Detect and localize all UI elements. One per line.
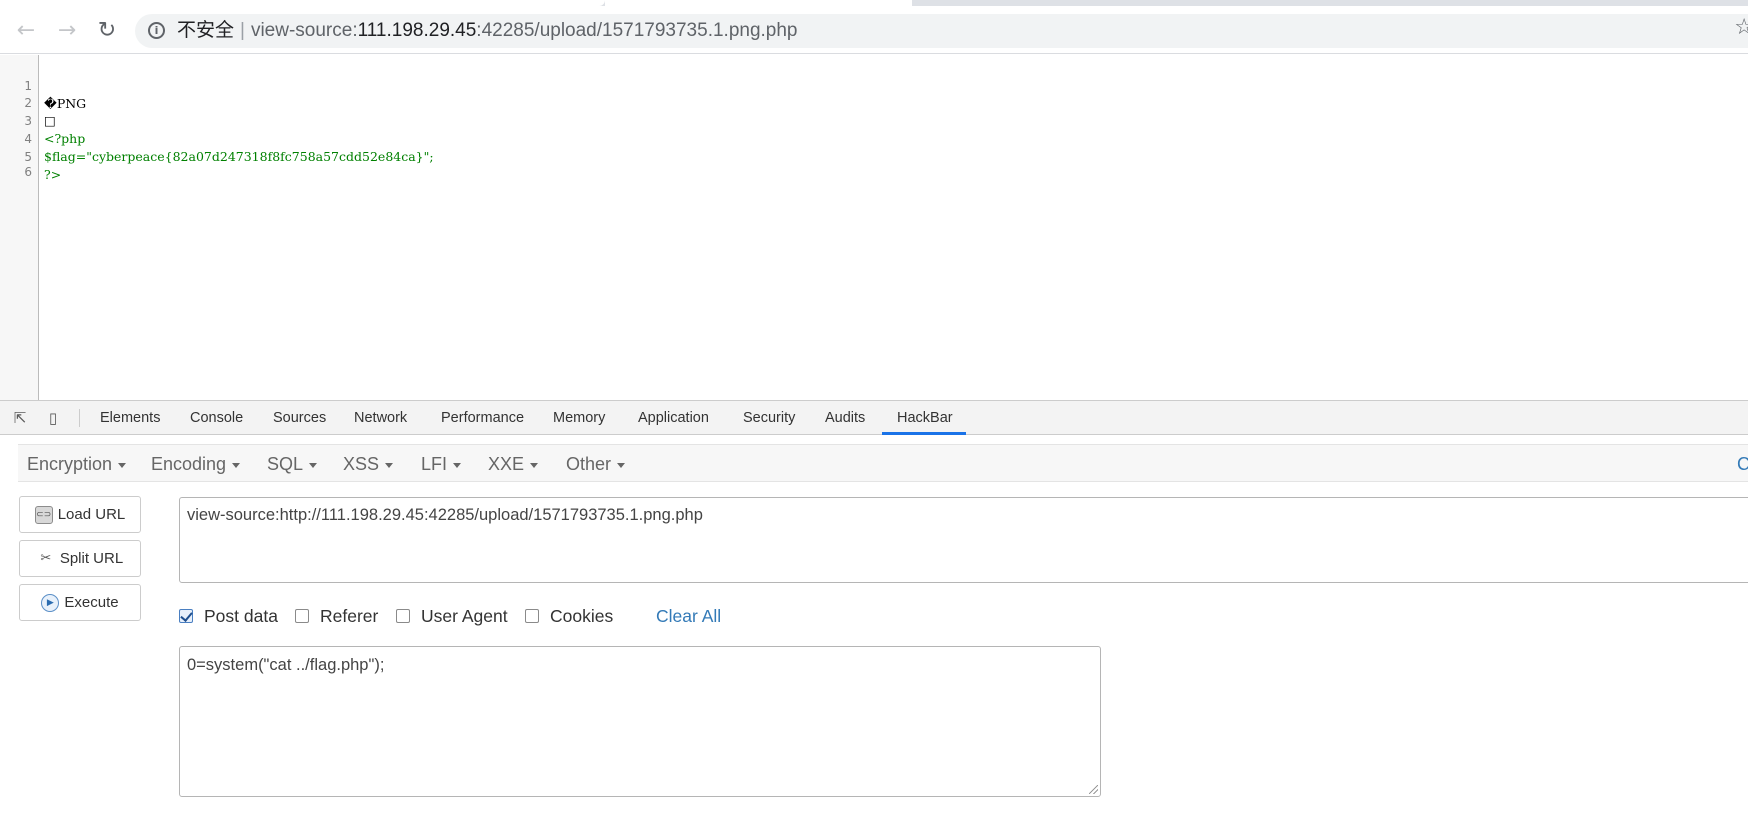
back-arrow-icon: ← xyxy=(16,17,36,43)
bookmark-star-icon[interactable]: ☆ xyxy=(1734,15,1748,40)
back-button[interactable]: ← xyxy=(10,14,42,46)
tab-elements[interactable]: Elements xyxy=(100,401,160,435)
caret-down-icon xyxy=(309,462,318,468)
security-separator: | xyxy=(240,20,245,41)
menu-lfi[interactable]: LFI xyxy=(421,445,462,483)
load-url-label: Load URL xyxy=(57,506,126,523)
tab-network[interactable]: Network xyxy=(354,401,407,435)
tab-performance[interactable]: Performance xyxy=(441,401,524,435)
play-icon: ▶ xyxy=(41,593,60,612)
cookies-checkbox[interactable] xyxy=(525,609,539,623)
source-line: 3 <?php xyxy=(0,94,85,146)
caret-down-icon xyxy=(232,462,241,468)
scissors-icon: ✂ xyxy=(40,551,52,566)
tab-security[interactable]: Security xyxy=(743,401,795,435)
line-code: <?php xyxy=(44,131,86,146)
source-line: 6 xyxy=(0,145,32,179)
menu-sql[interactable]: SQL xyxy=(267,445,318,483)
user-agent-checkbox[interactable] xyxy=(396,609,410,623)
menu-label: Encoding xyxy=(151,454,227,474)
referer-label[interactable]: Referer xyxy=(320,604,378,628)
line-code: □ xyxy=(44,113,56,128)
referer-checkbox[interactable] xyxy=(295,609,309,623)
source-line: 2 □ xyxy=(0,76,55,128)
cookies-label[interactable]: Cookies xyxy=(550,604,613,628)
source-line: 4 $flag="cyberpeace{82a07d247318f8fc758a… xyxy=(0,112,433,164)
user-agent-label[interactable]: User Agent xyxy=(421,604,508,628)
caret-down-icon xyxy=(453,462,462,468)
resize-handle[interactable] xyxy=(1089,785,1098,794)
tab-sources[interactable]: Sources xyxy=(273,401,326,435)
inspect-element-icon[interactable]: ⇱ xyxy=(11,409,29,427)
post-data-textarea[interactable]: 0=system("cat ../flag.php"); xyxy=(179,646,1101,797)
menu-label: SQL xyxy=(267,454,304,474)
load-url-icon: ⊂⊃ xyxy=(34,505,53,524)
load-url-button[interactable]: ⊂⊃ Load URL xyxy=(19,496,141,533)
tab-console[interactable]: Console xyxy=(190,401,243,435)
line-code: �PNG xyxy=(44,96,87,111)
forward-button[interactable]: → xyxy=(51,14,83,46)
browser-toolbar: ← → ↻ i 不安全 | view-source:111.198.29.45:42… xyxy=(0,6,1748,54)
caret-down-icon xyxy=(617,462,626,468)
menu-label: Encryption xyxy=(27,454,113,474)
line-code: $flag="cyberpeace{82a07d247318f8fc758a57… xyxy=(44,149,434,164)
menu-label: XSS xyxy=(343,454,380,474)
url-textarea[interactable]: view-source:http://111.198.29.45:42285/u… xyxy=(179,497,1748,583)
not-secure-label: 不安全 xyxy=(177,20,235,41)
menu-encryption[interactable]: Encryption xyxy=(27,445,127,483)
tab-application[interactable]: Application xyxy=(638,401,709,435)
device-toolbar-icon[interactable]: ▯ xyxy=(44,409,62,427)
devtools-tab-bar: ⇱ ▯ Elements Console Sources Network Per… xyxy=(0,401,1748,435)
menu-xss[interactable]: XSS xyxy=(343,445,394,483)
menu-xxe[interactable]: XXE xyxy=(488,445,539,483)
execute-button[interactable]: ▶ Execute xyxy=(19,584,141,621)
reload-button[interactable]: ↻ xyxy=(91,14,123,46)
source-line: 1 �PNG xyxy=(0,59,86,111)
tab-memory[interactable]: Memory xyxy=(553,401,605,435)
split-url-button[interactable]: ✂ Split URL xyxy=(19,540,141,577)
menu-encoding[interactable]: Encoding xyxy=(151,445,241,483)
caret-down-icon xyxy=(118,462,127,468)
devtools-panel: ⇱ ▯ Elements Console Sources Network Per… xyxy=(0,400,1748,818)
post-data-label[interactable]: Post data xyxy=(204,604,278,628)
info-icon[interactable]: i xyxy=(148,22,165,39)
url-scheme: view-source: xyxy=(250,20,358,41)
url-path: :42285/upload/1571793735.1.png.php xyxy=(476,20,798,41)
post-data-value: 0=system("cat ../flag.php"); xyxy=(187,656,385,674)
view-source-page: 1 �PNG 2 □ 3 <?php 4 $flag="cyberpeace{8… xyxy=(0,55,1748,400)
forward-arrow-icon: → xyxy=(57,17,77,43)
execute-label: Execute xyxy=(64,594,119,611)
line-code: ?> xyxy=(44,167,62,182)
url-host: 111.198.29.45 xyxy=(357,20,477,41)
caret-down-icon xyxy=(385,462,394,468)
menu-label: LFI xyxy=(421,454,448,474)
line-number: 6 xyxy=(24,165,32,179)
toolbar-divider xyxy=(79,409,80,427)
tab-audits[interactable]: Audits xyxy=(825,401,865,435)
split-url-label: Split URL xyxy=(59,550,124,567)
tab-hackbar[interactable]: HackBar xyxy=(897,401,953,435)
reload-icon: ↻ xyxy=(97,17,117,43)
address-bar-text[interactable]: 不安全 | view-source:111.198.29.45:42285/uplo… xyxy=(177,14,798,48)
hackbar-menu-bar: Encryption Encoding SQL XSS LFI XXE Othe… xyxy=(18,444,1748,482)
menu-label: XXE xyxy=(488,454,525,474)
active-tab-indicator xyxy=(882,432,966,435)
address-bar[interactable]: i 不安全 | view-source:111.198.29.45:42285/up… xyxy=(135,14,1748,48)
post-data-checkbox[interactable] xyxy=(179,609,193,623)
caret-down-icon xyxy=(530,462,539,468)
contribute-link[interactable]: Contribute xyxy=(1737,445,1748,483)
menu-other[interactable]: Other xyxy=(566,445,626,483)
menu-label: Other xyxy=(566,454,612,474)
clear-all-link[interactable]: Clear All xyxy=(656,604,721,628)
